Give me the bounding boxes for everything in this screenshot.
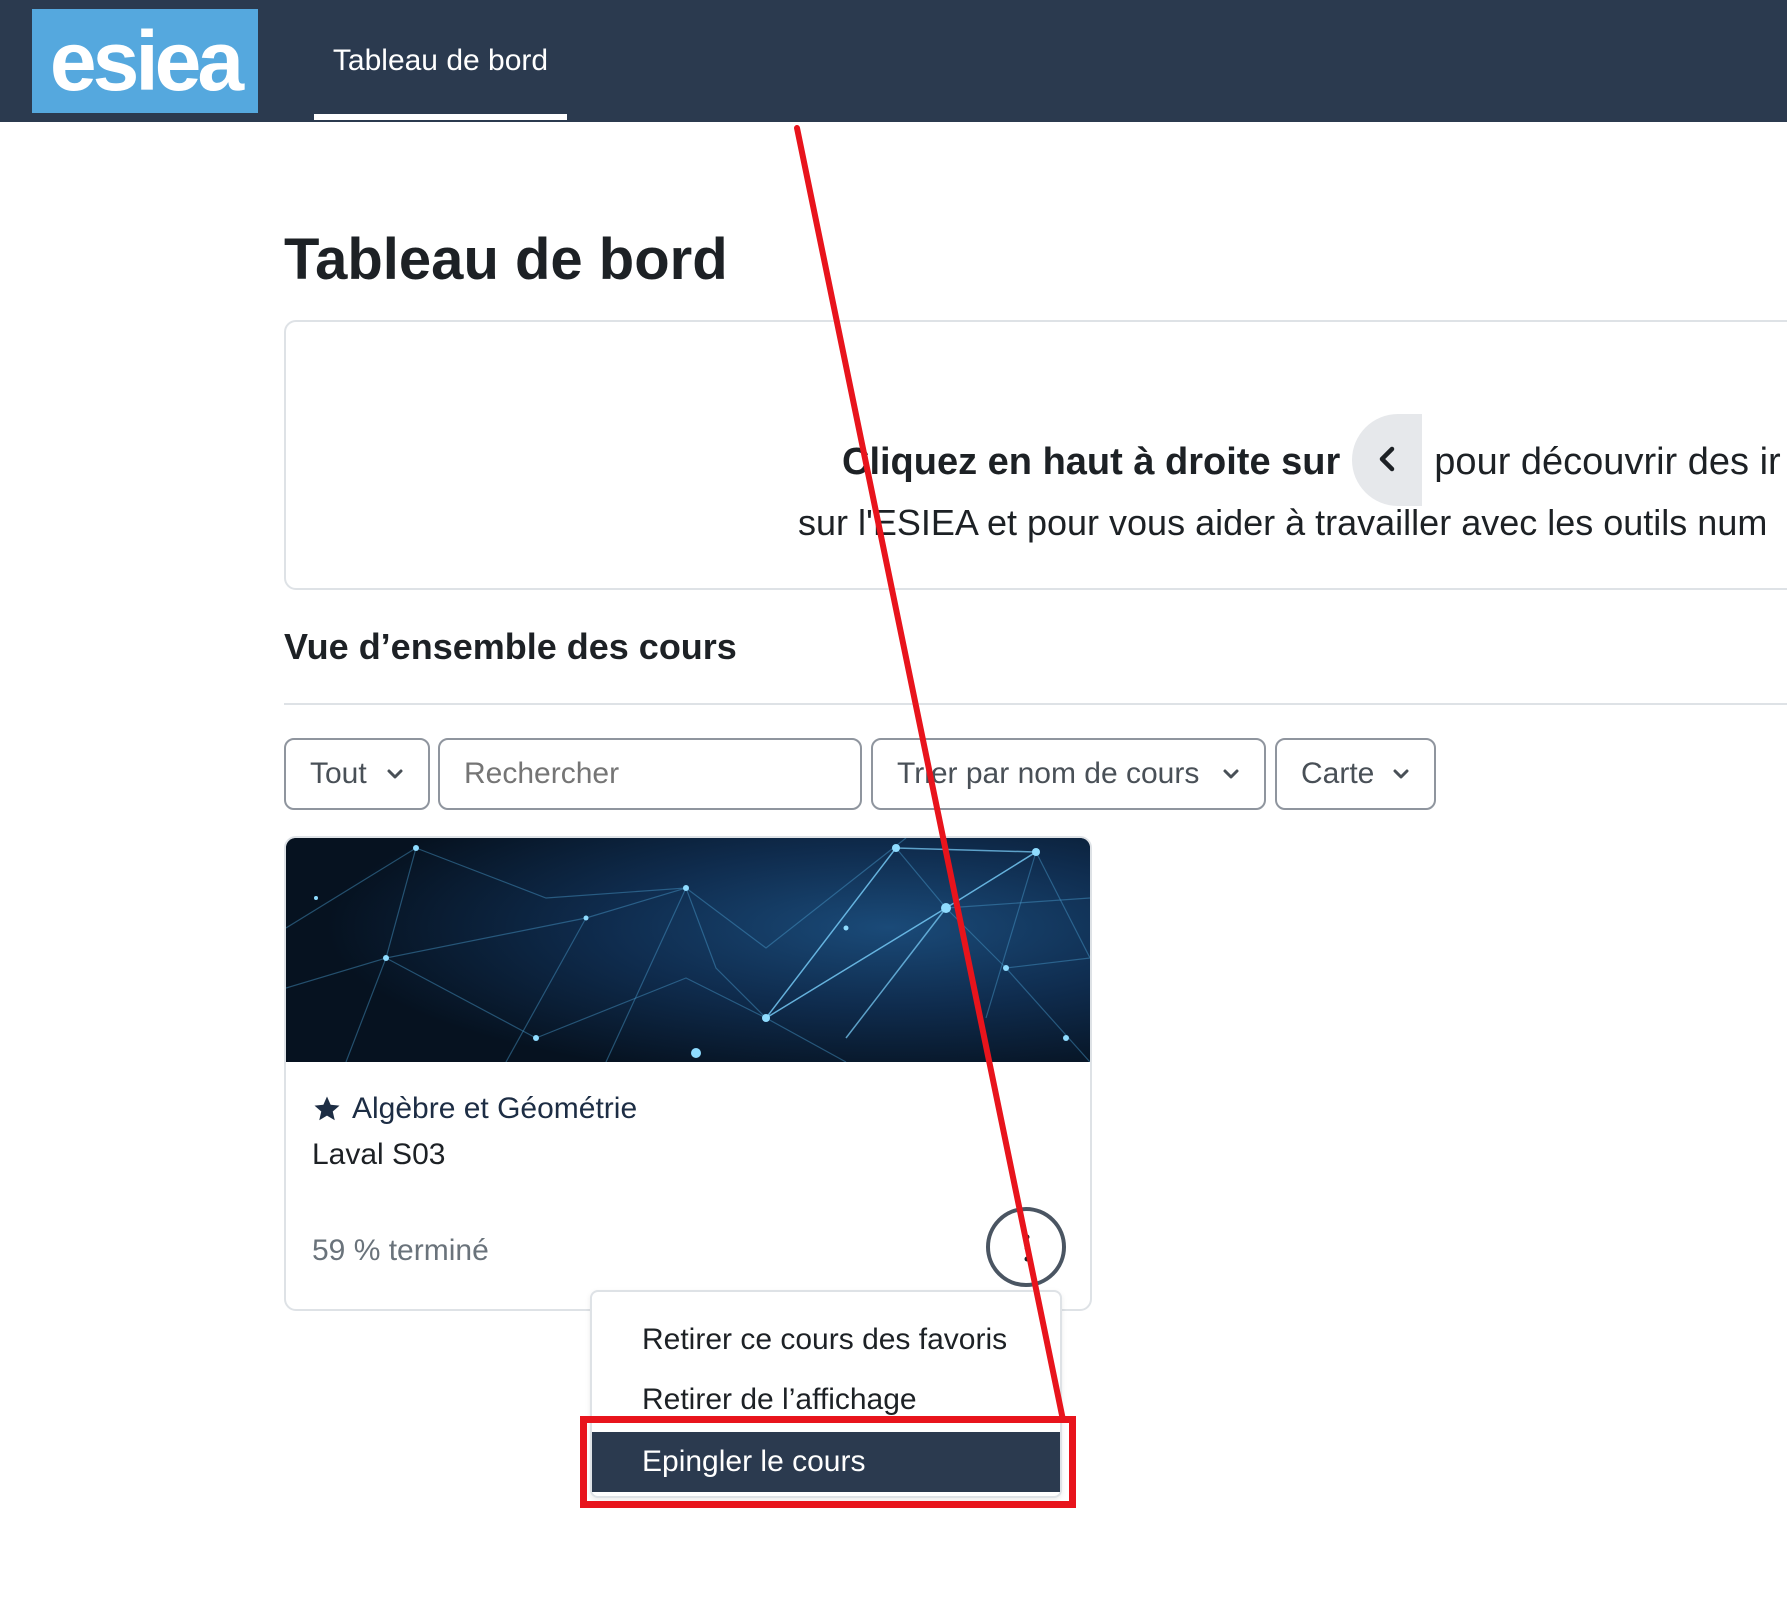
annotation-arrow-line	[794, 125, 1066, 1423]
annotation-highlight-box	[580, 1416, 1076, 1508]
